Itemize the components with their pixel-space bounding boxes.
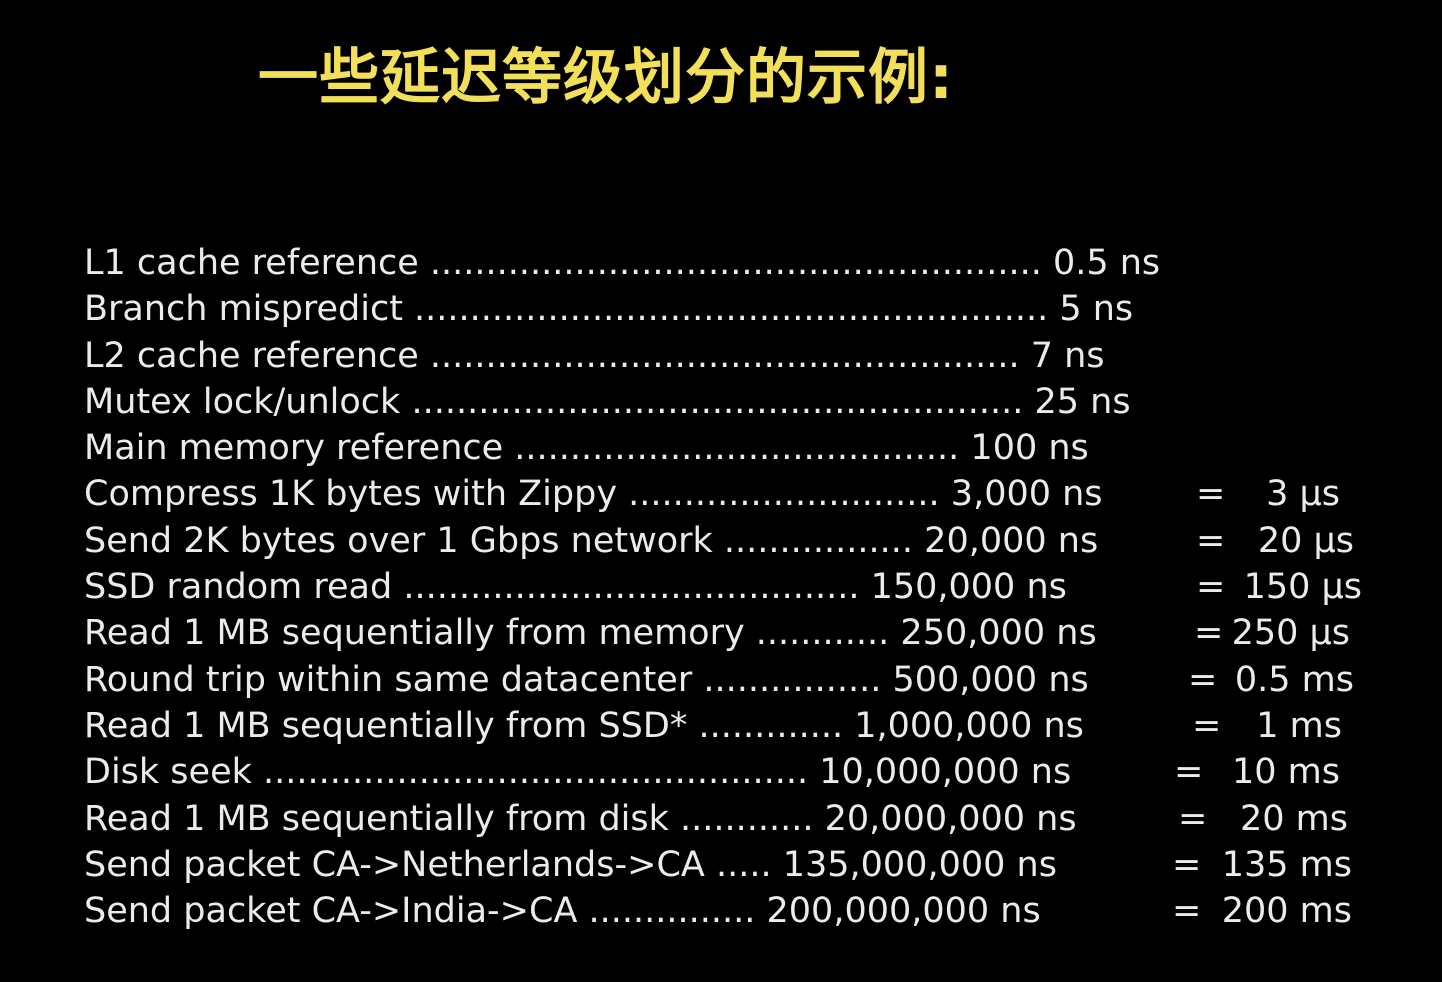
latency-row: Send packet CA->Netherlands->CA ..... 13… <box>84 842 1384 888</box>
equals-sign: = <box>1196 567 1226 608</box>
converted-value: 1 ms <box>1256 705 1342 746</box>
converted-value: 150 μs <box>1243 567 1362 608</box>
converted-value: 20 μs <box>1257 520 1354 561</box>
latency-label: Branch mispredict ......................… <box>84 289 1134 330</box>
equals-sign: = <box>1178 798 1208 839</box>
latency-row: Branch mispredict ......................… <box>84 286 1384 332</box>
latency-row: Main memory reference ..................… <box>84 425 1384 471</box>
latency-label: Main memory reference ..................… <box>84 428 1089 469</box>
latency-row: Send packet CA->India->CA ..............… <box>84 888 1384 934</box>
converted-value: 20 ms <box>1240 798 1348 839</box>
latency-label: Mutex lock/unlock ......................… <box>84 381 1131 422</box>
latency-row: L2 cache reference .....................… <box>84 333 1384 379</box>
converted-value: 135 ms <box>1221 844 1352 885</box>
latency-label: Read 1 MB sequentially from SSD* .......… <box>84 705 1084 746</box>
latency-label: Send packet CA->India->CA ..............… <box>84 891 1041 932</box>
latency-label: SSD random read ........................… <box>84 567 1067 608</box>
latency-label: Read 1 MB sequentially from memory .....… <box>84 613 1097 654</box>
equals-sign: = <box>1188 659 1218 700</box>
latency-row: Send 2K bytes over 1 Gbps network ......… <box>84 518 1384 564</box>
latency-row: Compress 1K bytes with Zippy ...........… <box>84 471 1384 517</box>
latency-row: Read 1 MB sequentially from disk .......… <box>84 796 1384 842</box>
equals-sign: = <box>1192 705 1222 746</box>
converted-value: 10 ms <box>1232 752 1340 793</box>
slide: 一些延迟等级划分的示例: L1 cache reference ........… <box>0 0 1442 982</box>
latency-row: Mutex lock/unlock ......................… <box>84 379 1384 425</box>
equals-sign: = <box>1174 752 1204 793</box>
converted-value: 3 μs <box>1266 474 1340 515</box>
equals-sign: = <box>1194 613 1224 654</box>
latency-row: SSD random read ........................… <box>84 564 1384 610</box>
latency-label: Send packet CA->Netherlands->CA ..... 13… <box>84 844 1057 885</box>
latency-label: Disk seek ..............................… <box>84 752 1072 793</box>
latency-label: Send 2K bytes over 1 Gbps network ......… <box>84 520 1099 561</box>
latency-row: Round trip within same datacenter ......… <box>84 657 1384 703</box>
converted-value: 250 μs <box>1231 613 1350 654</box>
latency-row: Disk seek ..............................… <box>84 749 1384 795</box>
equals-sign: = <box>1172 891 1202 932</box>
latency-label: Round trip within same datacenter ......… <box>84 659 1089 700</box>
latency-row: L1 cache reference .....................… <box>84 240 1384 286</box>
latency-label: Read 1 MB sequentially from disk .......… <box>84 798 1077 839</box>
converted-value: 200 ms <box>1221 891 1352 932</box>
equals-sign: = <box>1196 520 1226 561</box>
latency-label: L2 cache reference .....................… <box>84 335 1105 376</box>
latency-label: Compress 1K bytes with Zippy ...........… <box>84 474 1103 515</box>
latency-row: Read 1 MB sequentially from memory .....… <box>84 610 1384 656</box>
latency-list: L1 cache reference .....................… <box>84 240 1384 934</box>
converted-value: 0.5 ms <box>1234 659 1354 700</box>
equals-sign: = <box>1172 844 1202 885</box>
equals-sign: = <box>1196 474 1226 515</box>
slide-title: 一些延迟等级划分的示例: <box>258 43 954 113</box>
latency-label: L1 cache reference .....................… <box>84 243 1161 283</box>
latency-row: Read 1 MB sequentially from SSD* .......… <box>84 703 1384 749</box>
